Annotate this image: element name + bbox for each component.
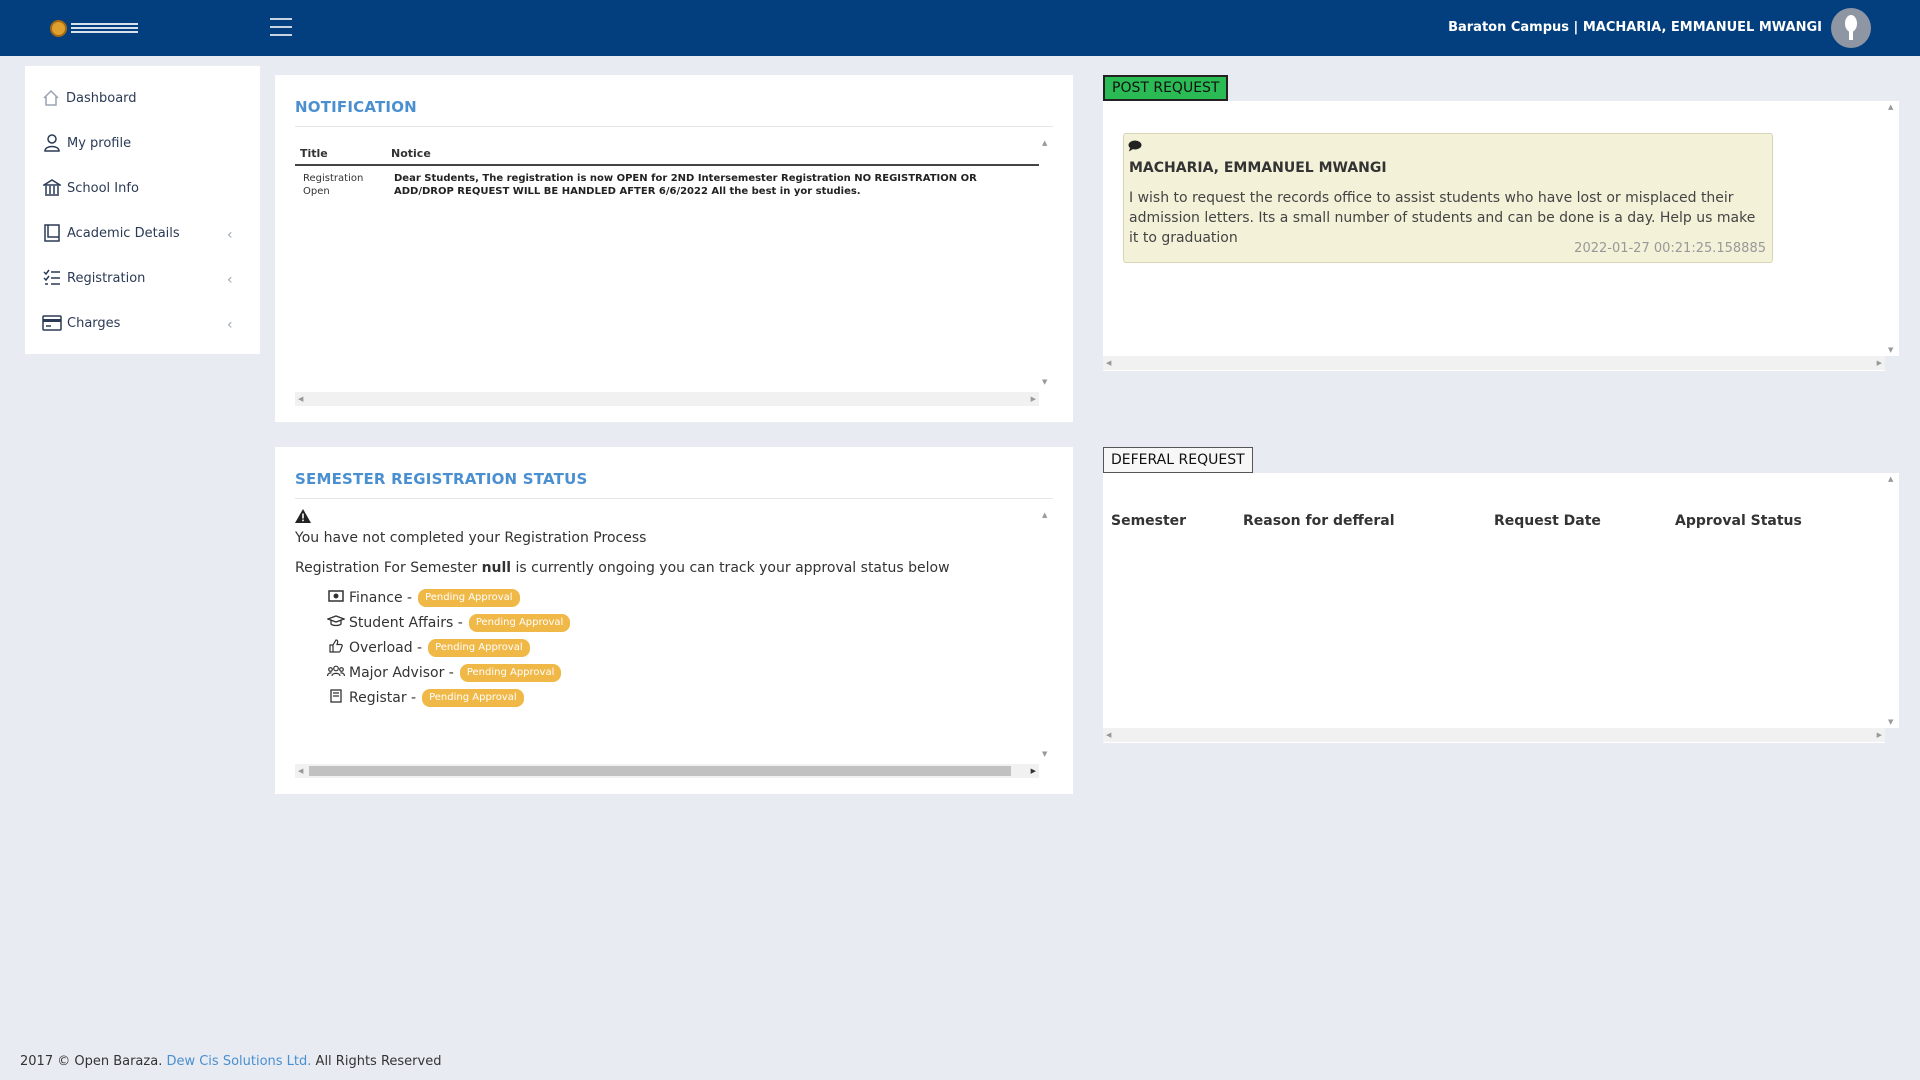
sidebar-item-academic-details[interactable]: Academic Details (42, 219, 180, 247)
deferal-vertical-scrollbar[interactable]: ▲ ▼ (1885, 473, 1899, 728)
approval-student-affairs: Student Affairs - Pending Approval (326, 613, 571, 633)
bank-icon (42, 178, 62, 198)
money-icon (327, 590, 345, 606)
notification-vertical-scrollbar[interactable]: ▲ ▼ (1039, 137, 1053, 388)
request-message: MACHARIA, EMMANUEL MWANGI I wish to requ… (1123, 133, 1773, 263)
semester-status-title: SEMESTER REGISTRATION STATUS (295, 470, 588, 488)
status-badge: Pending Approval (422, 689, 524, 707)
sidebar-item-registration[interactable]: Registration (42, 264, 145, 292)
approval-major-advisor: Major Advisor - Pending Approval (326, 663, 562, 683)
credit-card-icon (42, 313, 62, 333)
approval-finance: Finance - Pending Approval (327, 588, 520, 608)
status-badge: Pending Approval (459, 664, 562, 682)
approval-label: Student Affairs - (349, 615, 463, 631)
user-icon (42, 133, 62, 153)
semester-horizontal-scrollbar[interactable]: ◀ ▶ (295, 764, 1039, 778)
notification-card: NOTIFICATION Title Notice Registration O… (275, 75, 1073, 422)
university-seal-icon (50, 19, 67, 37)
registration-incomplete-message: You have not completed your Registration… (295, 530, 647, 546)
university-logo[interactable] (50, 18, 138, 38)
scrollbar-thumb[interactable] (309, 766, 1011, 776)
deferal-request-panel: Semester Reason for defferal Request Dat… (1103, 473, 1899, 743)
book-icon (327, 689, 345, 707)
message-text: I wish to request the records office to … (1129, 190, 1756, 246)
sidebar-item-label: Dashboard (66, 90, 137, 106)
thumbs-up-icon (327, 639, 345, 657)
book-icon (42, 223, 62, 243)
status-badge: Pending Approval (418, 589, 520, 607)
notification-horizontal-scrollbar[interactable]: ◀ ▶ (295, 392, 1039, 406)
approval-label: Major Advisor - (349, 665, 454, 681)
approval-registar: Registar - Pending Approval (327, 688, 524, 708)
column-header-request-date: Request Date (1494, 513, 1601, 529)
chevron-left-icon[interactable]: ‹ (227, 228, 239, 242)
notice-body-cell: Dear Students, The registration is now O… (394, 173, 977, 197)
hamburger-menu-icon[interactable] (270, 18, 292, 36)
user-avatar[interactable] (1831, 8, 1871, 48)
notification-title: NOTIFICATION (295, 98, 417, 116)
sidebar-item-label: Registration (67, 270, 146, 286)
graduation-cap-icon (326, 615, 346, 631)
home-icon (41, 88, 61, 108)
registration-ongoing-message: Registration For Semester null is curren… (295, 560, 950, 576)
user-campus-info[interactable]: Baraton Campus | MACHARIA, EMMANUEL MWAN… (1448, 20, 1822, 35)
footer-company-link[interactable]: Dew Cis Solutions Ltd. (166, 1054, 311, 1069)
column-header-approval-status: Approval Status (1675, 513, 1802, 529)
comment-icon (1128, 140, 1142, 156)
deferal-horizontal-scrollbar[interactable]: ◀ ▶ (1103, 728, 1885, 742)
column-header-notice: Notice (386, 143, 1039, 166)
sidebar-item-label: School Info (67, 180, 139, 196)
semester-registration-card: SEMESTER REGISTRATION STATUS You have no… (275, 447, 1073, 794)
checklist-icon (42, 268, 62, 288)
deferal-request-button[interactable]: DEFERAL REQUEST (1103, 447, 1253, 473)
sidebar-item-dashboard[interactable]: Dashboard (41, 84, 137, 112)
sidebar-item-label: Charges (67, 315, 121, 331)
sidebar-item-label: My profile (67, 135, 132, 151)
footer: 2017 © Open Baraza. Dew Cis Solutions Lt… (20, 1054, 442, 1069)
sidebar-item-school-info[interactable]: School Info (42, 174, 139, 202)
sidebar: Dashboard My profile School Info Academi… (25, 66, 260, 354)
status-badge: Pending Approval (428, 639, 530, 657)
sidebar-item-charges[interactable]: Charges (42, 309, 120, 337)
notification-table: Title Notice Registration Open Dear Stud… (295, 143, 1039, 204)
post-request-vertical-scrollbar[interactable]: ▲ ▼ (1885, 101, 1899, 356)
top-navbar: Baraton Campus | MACHARIA, EMMANUEL MWAN… (0, 0, 1920, 56)
post-request-horizontal-scrollbar[interactable]: ◀ ▶ (1103, 356, 1885, 370)
users-icon (326, 665, 346, 681)
sidebar-item-label: Academic Details (67, 225, 180, 241)
table-row: Registration Open Dear Students, The reg… (295, 165, 1039, 204)
message-timestamp: 2022-01-27 00:21:25.158885 (1574, 241, 1766, 256)
approval-label: Finance - (349, 590, 413, 606)
semester-value: null (481, 560, 512, 576)
message-author: MACHARIA, EMMANUEL MWANGI (1129, 160, 1387, 176)
sidebar-item-my-profile[interactable]: My profile (42, 129, 131, 157)
approval-label: Overload - (349, 640, 423, 656)
notice-title-cell: Registration Open (303, 173, 364, 197)
approval-overload: Overload - Pending Approval (327, 638, 530, 658)
post-request-button[interactable]: POST REQUEST (1103, 75, 1229, 101)
warning-icon (295, 509, 311, 527)
column-header-title: Title (295, 143, 386, 166)
column-header-semester: Semester (1111, 513, 1187, 529)
approval-label: Registar - (349, 690, 417, 706)
chevron-left-icon[interactable]: ‹ (227, 318, 239, 332)
chevron-left-icon[interactable]: ‹ (227, 273, 239, 287)
semester-vertical-scrollbar[interactable]: ▲ ▼ (1039, 509, 1053, 760)
column-header-reason: Reason for defferal (1243, 513, 1395, 529)
post-request-panel: MACHARIA, EMMANUEL MWANGI I wish to requ… (1103, 101, 1899, 371)
status-badge: Pending Approval (468, 614, 571, 632)
